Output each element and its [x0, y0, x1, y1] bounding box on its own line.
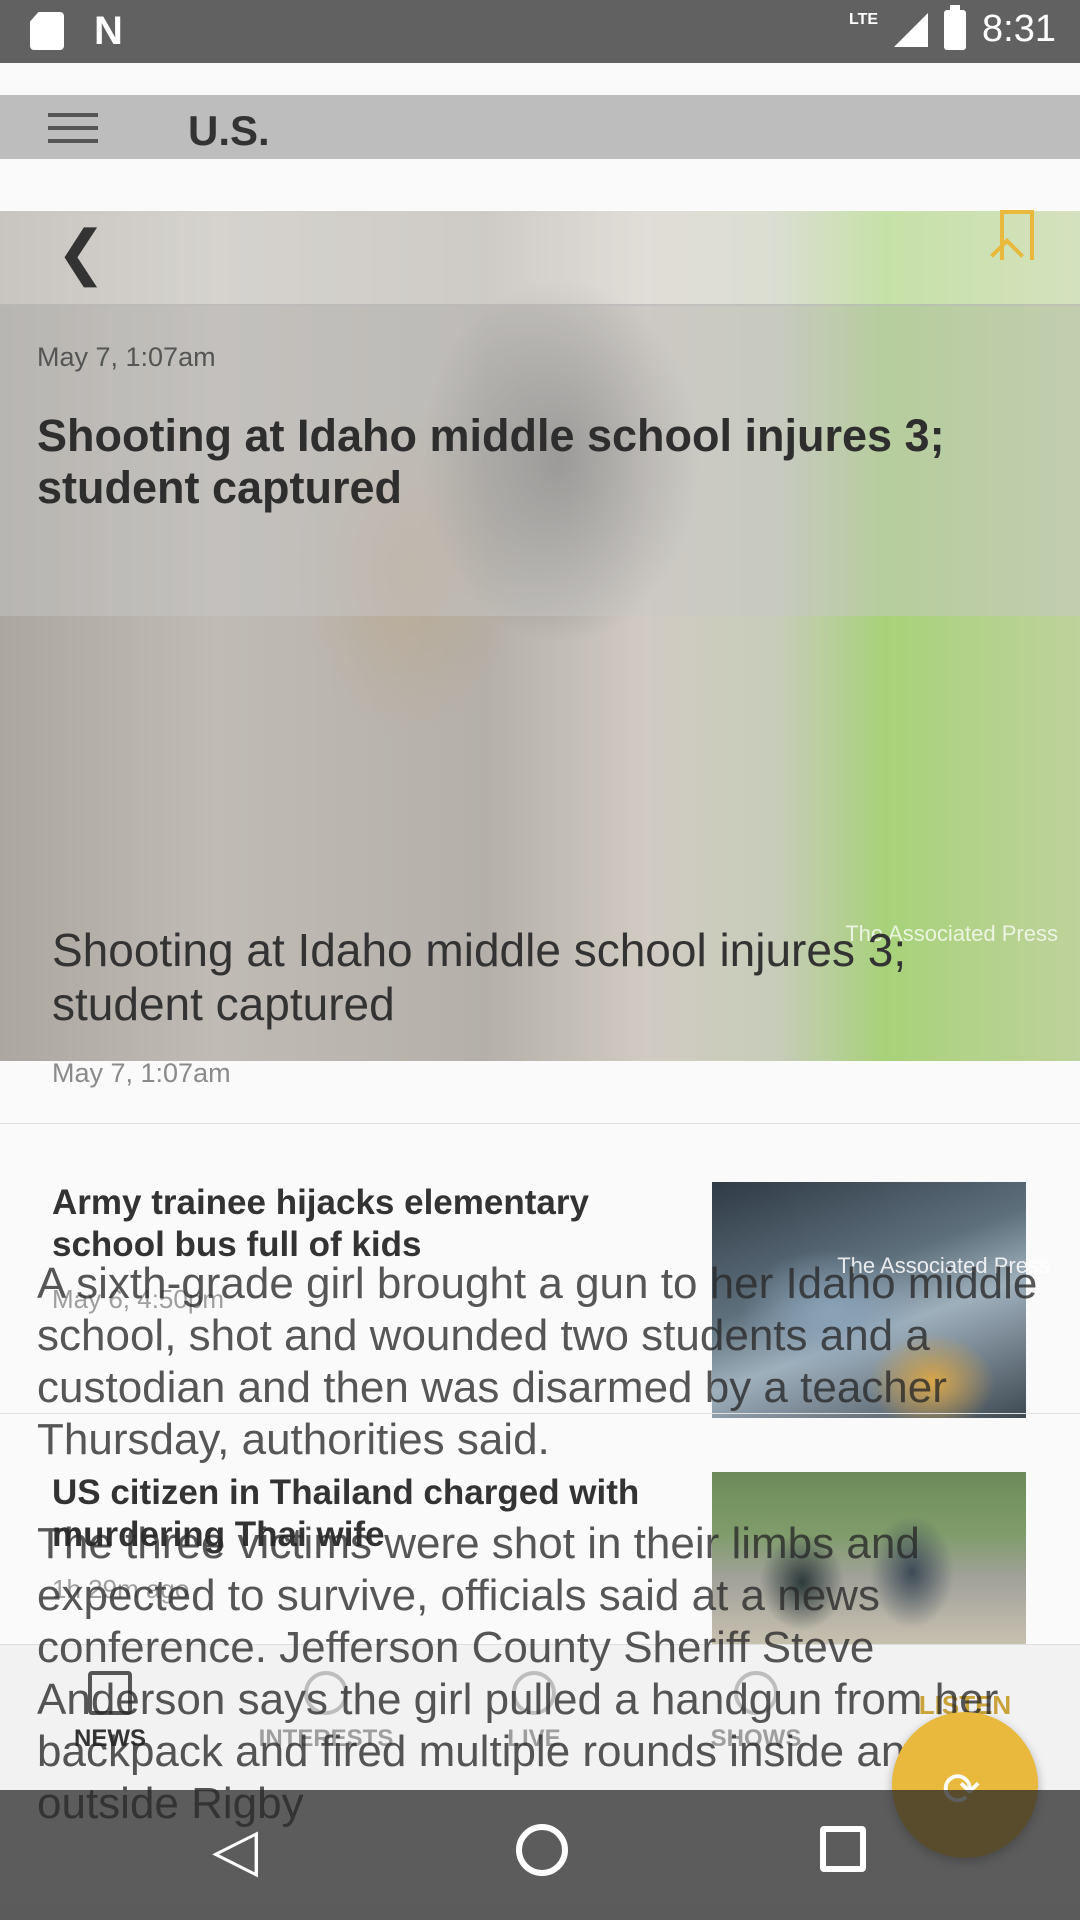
article-title: Shooting at Idaho middle school injures …: [37, 410, 945, 513]
system-back-icon[interactable]: ◁: [212, 1820, 258, 1880]
article-paragraph: A sixth-grade girl brought a gun to her …: [37, 1259, 1038, 1464]
system-recents-icon[interactable]: [820, 1826, 866, 1872]
signal-icon: [894, 12, 929, 47]
menu-icon[interactable]: [48, 113, 98, 152]
page-title: U.S.: [188, 107, 270, 154]
app-bar: U.S.: [0, 95, 1080, 159]
clock: 8:31: [982, 8, 1056, 50]
battery-icon: [944, 4, 967, 50]
status-bar: N LTE 8:31: [0, 0, 1080, 63]
article-overlay: ❮ May 7, 1:07am Shooting at Idaho middle…: [0, 210, 1080, 1828]
article-header: ❮: [0, 210, 1080, 306]
network-type: LTE: [849, 10, 879, 28]
article-date: May 7, 1:07am: [37, 342, 216, 372]
article-body: A sixth-grade girl brought a gun to her …: [37, 1258, 1047, 1830]
bookmark-icon[interactable]: [1000, 210, 1034, 260]
system-navigation-bar: ◁: [0, 1790, 1080, 1920]
system-home-icon[interactable]: [516, 1824, 568, 1876]
back-icon[interactable]: ❮: [56, 218, 106, 288]
n-notification-icon: N: [94, 9, 123, 53]
sd-card-icon: [30, 12, 64, 50]
